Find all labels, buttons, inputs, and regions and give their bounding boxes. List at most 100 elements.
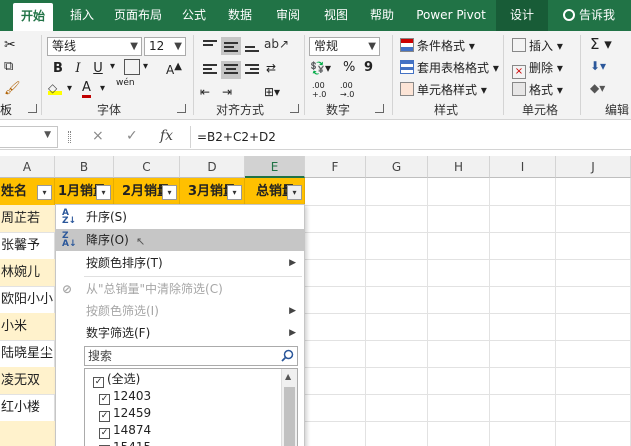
tab-review[interactable]: 审阅 bbox=[270, 0, 306, 31]
column-header-j[interactable]: J bbox=[556, 156, 631, 178]
tab-design[interactable]: 设计 bbox=[496, 0, 548, 31]
merge-center-icon[interactable]: ⊞▾ bbox=[264, 85, 280, 99]
name-box[interactable]: ▼ bbox=[0, 126, 58, 148]
table-row-name[interactable]: 小米 bbox=[0, 313, 55, 340]
tab-page-layout[interactable]: 页面布局 bbox=[110, 0, 166, 31]
font-name-combo[interactable]: 等线 ▼ bbox=[47, 37, 142, 56]
cell-styles-button[interactable]: 单元格样式 ▾ bbox=[400, 81, 487, 98]
checkbox-value[interactable]: ✓ 12459 bbox=[99, 405, 151, 422]
bold-button[interactable]: B bbox=[48, 59, 68, 79]
header-cell-jan[interactable]: 1月销量 ▾ bbox=[55, 178, 114, 205]
checkbox-value[interactable]: ✓15415 bbox=[99, 439, 151, 446]
delete-cells-button[interactable]: × 删除 ▾ bbox=[512, 59, 563, 79]
tell-me-box[interactable]: 告诉我 bbox=[563, 0, 615, 31]
table-row-name[interactable]: 欧阳小小 bbox=[0, 286, 55, 313]
insert-cells-button[interactable]: 插入 ▾ bbox=[512, 37, 563, 54]
filter-dropdown-icon[interactable]: ▾ bbox=[37, 185, 52, 200]
grip-icon[interactable] bbox=[68, 131, 71, 143]
checkbox-select-all[interactable]: ✓ (全选) bbox=[93, 371, 140, 388]
filter-dropdown-icon[interactable]: ▾ bbox=[227, 185, 242, 200]
table-row-name[interactable] bbox=[0, 421, 55, 446]
column-header-b[interactable]: B bbox=[55, 156, 114, 178]
cut-icon[interactable]: ✂ bbox=[4, 37, 16, 53]
format-cells-button[interactable]: 格式 ▾ bbox=[512, 81, 563, 98]
font-launcher-icon[interactable] bbox=[177, 104, 186, 113]
font-color-button[interactable]: A bbox=[82, 81, 91, 98]
column-header-g[interactable]: G bbox=[366, 156, 428, 178]
scroll-thumb[interactable] bbox=[284, 387, 295, 446]
column-header-a[interactable]: A bbox=[0, 156, 55, 178]
table-row-name[interactable]: 红小楼 bbox=[0, 394, 55, 421]
orientation-icon[interactable]: ab↗ bbox=[264, 37, 289, 51]
font-size-combo[interactable]: 12 ▼ bbox=[144, 37, 186, 56]
clear-filter-item[interactable]: ⊘ 从"总销量"中清除筛选(C) bbox=[56, 278, 304, 300]
scroll-up-icon[interactable]: ▲ bbox=[285, 372, 291, 381]
format-painter-icon[interactable]: 🖌 bbox=[4, 81, 21, 96]
filter-dropdown-icon[interactable]: ▾ bbox=[287, 185, 302, 200]
number-launcher-icon[interactable] bbox=[375, 104, 384, 113]
filter-by-color-item[interactable]: 按颜色筛选(I) ▶ bbox=[56, 300, 304, 322]
font-color-dropdown-icon[interactable]: ▾ bbox=[100, 83, 105, 94]
column-header-d[interactable]: D bbox=[180, 156, 245, 178]
tab-formulas[interactable]: 公式 bbox=[178, 0, 210, 31]
format-as-table-button[interactable]: 套用表格格式 ▾ bbox=[400, 59, 499, 76]
header-cell-mar[interactable]: 3月销量 ▾ bbox=[180, 178, 245, 205]
tab-view[interactable]: 视图 bbox=[318, 0, 354, 31]
fill-dropdown-icon[interactable]: ▾ bbox=[67, 83, 72, 94]
align-center-icon[interactable] bbox=[221, 61, 241, 79]
sort-descending-item[interactable]: Z A↓ 降序(O) ↖ bbox=[56, 229, 304, 251]
column-header-h[interactable]: H bbox=[428, 156, 490, 178]
comma-button[interactable]: 9 bbox=[364, 60, 373, 75]
filter-dropdown-icon[interactable]: ▾ bbox=[96, 185, 111, 200]
phonetic-button[interactable]: wén bbox=[116, 78, 135, 88]
filter-dropdown-icon[interactable]: ▾ bbox=[162, 185, 177, 200]
number-filters-item[interactable]: 数字筛选(F) ▶ bbox=[56, 322, 304, 344]
tab-data[interactable]: 数据 bbox=[222, 0, 258, 31]
tab-power-pivot[interactable]: Power Pivot bbox=[410, 0, 492, 31]
checkbox-value[interactable]: ✓ 12403 bbox=[99, 388, 151, 405]
fill-color-button[interactable]: ◇ bbox=[48, 81, 62, 95]
align-middle-icon[interactable] bbox=[221, 37, 241, 55]
header-cell-total[interactable]: 总销量 ▾ bbox=[245, 178, 305, 205]
underline-dropdown-icon[interactable]: ▾ bbox=[110, 61, 115, 72]
indent-decrease-icon[interactable]: ⇤ bbox=[200, 85, 210, 99]
number-format-combo[interactable]: 常规 ▼ bbox=[309, 37, 380, 56]
borders-icon[interactable] bbox=[124, 59, 140, 75]
align-bottom-icon[interactable] bbox=[242, 37, 262, 55]
enter-icon[interactable]: ✓ bbox=[126, 128, 138, 144]
sort-by-color-item[interactable]: 按颜色排序(T) ▶ bbox=[56, 252, 304, 274]
font-grow-icon[interactable]: A▲ bbox=[166, 61, 182, 77]
column-header-e[interactable]: E bbox=[245, 156, 305, 178]
align-top-icon[interactable] bbox=[200, 37, 220, 55]
conditional-format-button[interactable]: 条件格式 ▾ bbox=[400, 37, 475, 54]
align-right-icon[interactable] bbox=[242, 61, 262, 79]
header-cell-name[interactable]: 姓名 ▾ bbox=[0, 178, 55, 205]
autosum-icon[interactable]: Σ ▾ bbox=[590, 35, 612, 53]
column-header-i[interactable]: I bbox=[490, 156, 556, 178]
align-left-icon[interactable] bbox=[200, 61, 220, 79]
wrap-text-icon[interactable]: ⇄ bbox=[266, 61, 276, 75]
column-header-f[interactable]: F bbox=[305, 156, 366, 178]
percent-button[interactable]: % bbox=[343, 60, 355, 75]
table-row-name[interactable]: 林婉儿 bbox=[0, 259, 55, 286]
tab-home[interactable]: 开始 bbox=[13, 3, 53, 31]
copy-icon[interactable]: ⧉ bbox=[4, 59, 13, 74]
underline-button[interactable]: U bbox=[88, 59, 108, 79]
tab-insert[interactable]: 插入 bbox=[64, 0, 100, 31]
checkbox-value[interactable]: ✓ 14874 bbox=[99, 422, 151, 439]
cancel-icon[interactable]: × bbox=[92, 128, 104, 144]
accounting-format-icon[interactable]: 💱▾ bbox=[310, 61, 331, 75]
table-row-name[interactable]: 张馨予 bbox=[0, 232, 55, 259]
alignment-launcher-icon[interactable] bbox=[290, 104, 299, 113]
column-header-c[interactable]: C bbox=[114, 156, 180, 178]
fill-icon[interactable]: ⬇▾ bbox=[590, 59, 606, 73]
table-row-name[interactable]: 周芷若 bbox=[0, 205, 55, 232]
insert-function-icon[interactable]: fx bbox=[160, 128, 173, 144]
formula-input[interactable]: =B2+C2+D2 bbox=[190, 126, 631, 148]
clear-icon[interactable]: ◆▾ bbox=[590, 81, 605, 95]
header-cell-feb[interactable]: 2月销量 ▾ bbox=[114, 178, 180, 205]
borders-dropdown-icon[interactable]: ▾ bbox=[143, 61, 148, 72]
sort-ascending-item[interactable]: A Z↓ 升序(S) bbox=[56, 206, 304, 228]
indent-increase-icon[interactable]: ⇥ bbox=[222, 85, 232, 99]
italic-button[interactable]: I bbox=[68, 59, 88, 79]
